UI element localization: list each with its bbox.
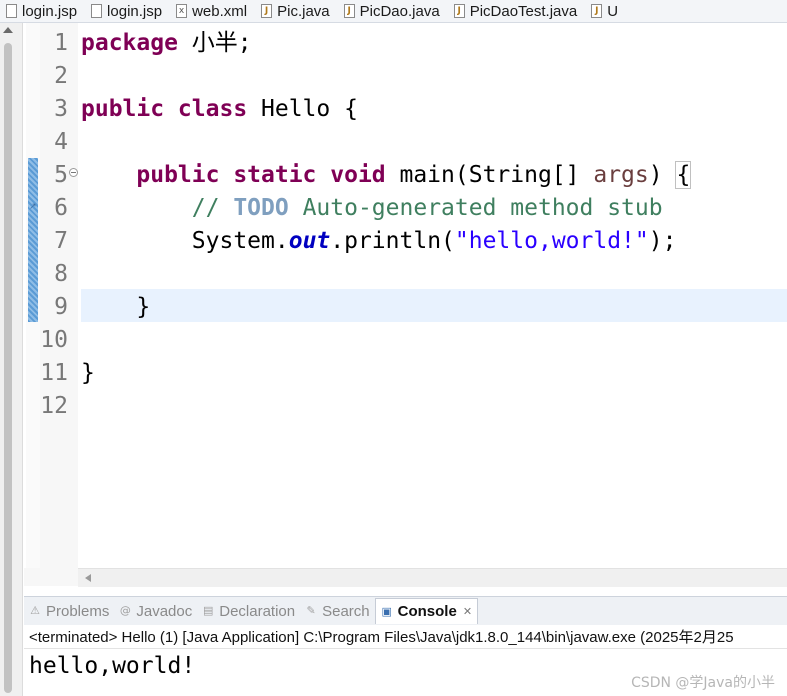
line-number: 2 — [54, 63, 68, 89]
line-number: 12 — [40, 393, 68, 419]
line-number: 6 — [54, 195, 68, 221]
java-file-icon: J — [591, 4, 603, 18]
watermark: CSDN @学Java的小半 — [631, 675, 775, 691]
comment: Auto-generated method stub — [288, 195, 663, 221]
tab-login-jsp-2[interactable]: login.jsp — [85, 0, 170, 22]
divider — [24, 648, 787, 649]
tab-label: Pic.java — [277, 2, 330, 20]
code-text: } — [81, 360, 95, 386]
matching-brace: { — [675, 161, 692, 189]
fold-toggle-icon[interactable] — [69, 168, 78, 177]
line-number: 3 — [54, 96, 68, 122]
tab-u[interactable]: J U — [585, 0, 626, 22]
todo-tag: TODO — [233, 195, 289, 221]
code-text: System. — [191, 228, 289, 254]
tab-pic-java[interactable]: J Pic.java — [255, 0, 338, 22]
line-number: 5 — [54, 162, 68, 188]
tab-label: login.jsp — [107, 2, 163, 20]
tab-label: Javadoc — [136, 602, 193, 620]
code-line-11: } — [81, 357, 95, 390]
tab-problems[interactable]: ⚠ Problems — [24, 598, 114, 624]
tab-picdao-java[interactable]: J PicDao.java — [338, 0, 448, 22]
console-status: <terminated> Hello (1) [Java Application… — [29, 629, 734, 646]
tab-console[interactable]: ▣ Console ✕ — [374, 598, 479, 624]
problems-icon: ⚠ — [30, 604, 40, 617]
string-literal: "hello,world!" — [454, 228, 649, 254]
file-icon — [91, 4, 103, 18]
keyword: public static void — [136, 162, 386, 188]
java-file-icon: J — [261, 4, 273, 18]
tab-label: Problems — [46, 602, 110, 620]
parameter: args — [593, 162, 649, 188]
bottom-panel-tabs: ⚠ Problems @ Javadoc ▤ Declaration ✎ Sea… — [24, 596, 787, 626]
scrollbar-thumb[interactable] — [4, 43, 12, 693]
outer-scrollbar[interactable] — [0, 23, 23, 696]
code-text: ) — [648, 162, 677, 188]
comment: // — [191, 195, 234, 221]
tab-label: Console — [397, 603, 457, 620]
java-file-icon: J — [343, 4, 355, 18]
code-line-1: package 小半; — [81, 27, 252, 60]
tab-search[interactable]: ✎ Search — [300, 598, 375, 624]
scroll-up-arrow-icon[interactable] — [3, 27, 13, 33]
horizontal-scrollbar[interactable] — [78, 568, 787, 587]
tab-label: Search — [322, 602, 370, 620]
code-editor[interactable]: ↗ 1 2 3 4 5 6 7 8 9 10 11 12 package 小半;… — [24, 23, 787, 568]
tab-login-jsp-1[interactable]: login.jsp — [0, 0, 85, 22]
code-line-6: // TODO Auto-generated method stub — [81, 192, 663, 225]
scroll-left-arrow-icon[interactable] — [85, 574, 91, 582]
code-text: } — [136, 294, 151, 320]
search-icon: ✎ — [306, 604, 316, 617]
tab-label: web.xml — [192, 2, 248, 20]
code-area[interactable]: package 小半; public class Hello { public … — [81, 23, 787, 568]
tab-declaration[interactable]: ▤ Declaration — [197, 598, 300, 624]
code-text: main(String[] — [385, 162, 594, 188]
console-icon: ▣ — [381, 604, 392, 618]
line-number: 10 — [40, 327, 68, 353]
keyword: public class — [81, 96, 248, 122]
declaration-icon: ▤ — [203, 604, 214, 617]
line-number: 9 — [54, 294, 68, 320]
java-file-icon: J — [453, 4, 465, 18]
editor-tab-bar: login.jsp login.jsp x web.xml J Pic.java… — [0, 0, 787, 23]
tab-javadoc[interactable]: @ Javadoc — [114, 598, 197, 624]
line-number: 1 — [54, 30, 68, 56]
file-icon — [6, 4, 17, 18]
close-icon[interactable]: ✕ — [463, 605, 472, 618]
code-line-3: public class Hello { — [81, 93, 358, 126]
line-number: 8 — [54, 261, 68, 287]
code-line-5: public static void main(String[] args) { — [81, 159, 692, 192]
tab-label: PicDaoTest.java — [469, 2, 578, 20]
line-number: 7 — [54, 228, 68, 254]
console-output: hello,world! — [29, 653, 196, 679]
code-line-7: System.out.println("hello,world!"); — [81, 225, 677, 258]
code-line-9: } — [81, 291, 150, 324]
tab-web-xml[interactable]: x web.xml — [170, 0, 255, 22]
line-number: 4 — [54, 129, 68, 155]
javadoc-icon: @ — [119, 604, 131, 617]
gutter-footer — [24, 568, 78, 586]
console-view[interactable]: <terminated> Hello (1) [Java Application… — [24, 625, 787, 696]
tab-label: PicDao.java — [359, 2, 440, 20]
code-text: .println( — [330, 228, 455, 254]
code-text: Hello { — [247, 96, 358, 122]
line-number: 11 — [40, 360, 68, 386]
tab-label: U — [607, 2, 619, 20]
code-text: ); — [648, 228, 677, 254]
tab-label: Declaration — [219, 602, 296, 620]
xml-file-icon: x — [176, 4, 188, 18]
tab-label: login.jsp — [22, 2, 78, 20]
code-text: 小半; — [177, 30, 252, 56]
static-field: out — [288, 228, 331, 254]
keyword: package — [81, 30, 178, 56]
tab-picdaotest-java[interactable]: J PicDaoTest.java — [448, 0, 586, 22]
